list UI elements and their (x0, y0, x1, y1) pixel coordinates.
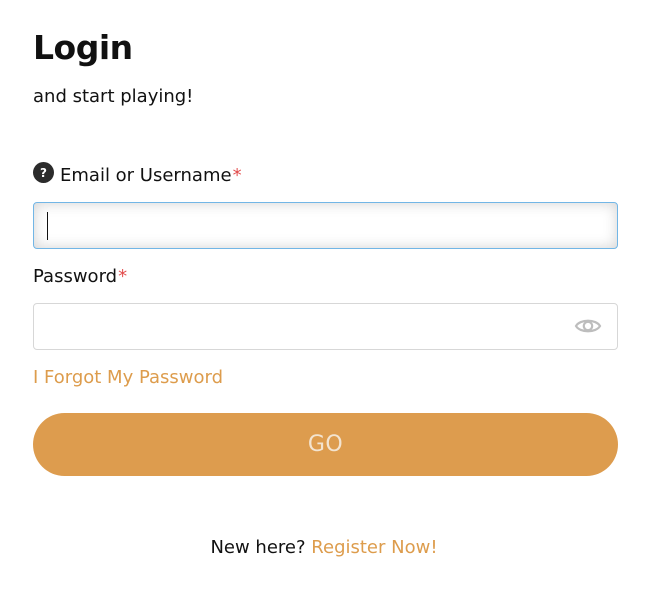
forgot-password-link[interactable]: I Forgot My Password (33, 367, 223, 388)
page-subtitle: and start playing! (33, 86, 194, 107)
required-mark: * (118, 266, 128, 287)
password-label: Password * (33, 266, 127, 288)
text-cursor (47, 212, 48, 240)
go-button[interactable]: GO (33, 413, 618, 476)
register-prompt: New here? Register Now! (0, 537, 648, 558)
email-field[interactable] (33, 202, 618, 249)
password-field[interactable] (33, 303, 618, 350)
register-link[interactable]: Register Now! (311, 537, 437, 558)
email-label-text: Email or Username (60, 165, 232, 186)
required-mark: * (232, 165, 242, 186)
page-title: Login (33, 28, 133, 67)
password-label-text: Password (33, 266, 118, 287)
register-prompt-text: New here? (210, 537, 306, 558)
question-mark-icon[interactable]: ? (33, 162, 54, 184)
email-label: ? Email or Username * (33, 162, 242, 187)
login-page: Login and start playing! ? Email or User… (0, 0, 648, 612)
eye-icon[interactable] (574, 314, 602, 338)
